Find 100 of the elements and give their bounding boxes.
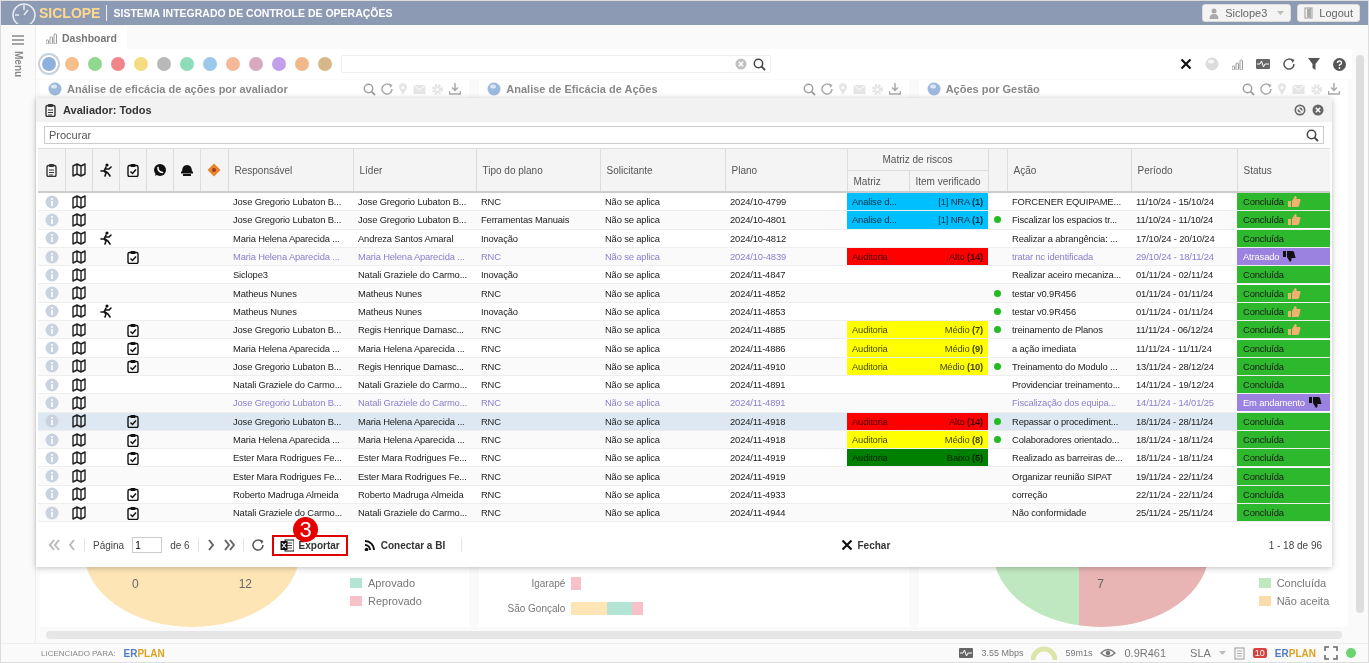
pin-icon[interactable] [837, 83, 848, 95]
info-icon[interactable] [44, 469, 59, 484]
search-icon[interactable] [1242, 82, 1255, 96]
filter-dot[interactable] [272, 57, 286, 71]
map-icon[interactable] [71, 395, 86, 410]
table-row[interactable]: Maria Helena Aparecida ... Andreza Santos Amaral Inovação Não se aplica 2024/10-4812 Realizar a abrangência: ... 17/10/24 - 20/10/24 Concluída [38, 229, 1330, 248]
table-row[interactable]: Jose Gregorio Lubaton B... Regis Henrique Damasc... RNC Não se aplica 2024/11-4885 Auditoria Médio (7) treinamento de Planos 11/11/24 - 06/12/24 Concluída [38, 320, 1330, 339]
bar-chart-icon[interactable] [1232, 58, 1243, 70]
info-icon[interactable] [44, 432, 59, 447]
chevron-right-icon[interactable] [206, 539, 215, 551]
map-icon[interactable] [71, 249, 86, 264]
filter-dot[interactable] [88, 57, 102, 71]
filter-dot[interactable] [65, 57, 79, 71]
block-icon[interactable] [1294, 104, 1306, 116]
sla-label[interactable]: SLA [1190, 647, 1211, 659]
map-icon[interactable] [71, 322, 86, 337]
table-row[interactable]: Ester Mara Rodrigues Fe... Ester Mara Rodrigues Fe... RNC Não se aplica 2024/11-4919 Auditoria Baixo (5) Realizado as barreiras de... 18/11/24 - 18/11/24 Concluída [38, 448, 1330, 467]
fullscreen-icon[interactable] [1324, 646, 1338, 660]
table-row[interactable]: Maria Helena Aparecida ... Maria Helena Aparecida ... RNC Não se aplica 2024/11-4886 Auditoria Médio (9) a ação imediata 11/11/24 - 11/11/24 Concluída [38, 338, 1330, 358]
table-row[interactable]: Roberto Madruga Almeida Roberto Madruga Almeida RNC Não se aplica 2024/11-4933 correção 22/11/24 - 22/11/24 Concluída [38, 485, 1330, 504]
column-header[interactable]: Solicitante [600, 149, 725, 192]
mail-icon[interactable] [413, 83, 427, 95]
refresh-icon[interactable] [251, 539, 264, 551]
map-icon[interactable] [71, 267, 86, 282]
dashboard-tab[interactable]: Dashboard [36, 27, 127, 49]
map-icon[interactable] [71, 231, 86, 246]
map-icon[interactable] [71, 359, 86, 374]
table-row[interactable]: Ester Mara Rodrigues Fe... Ester Mara Rodrigues Fe... RNC Não se aplica 2024/11-4919 Organizar reunião SIPAT 19/11/24 - 22/11/24 Concluída [38, 466, 1330, 486]
checklist-icon[interactable] [125, 450, 140, 465]
pin-icon[interactable] [398, 83, 409, 95]
filter-dot[interactable] [42, 57, 56, 71]
filter-icon[interactable] [1308, 58, 1320, 70]
filter-dot[interactable] [180, 57, 194, 71]
map-icon[interactable] [71, 377, 86, 392]
sphere-icon[interactable] [1205, 57, 1219, 71]
table-row[interactable]: Maria Helena Aparecida ... Maria Helena Aparecida ... RNC Não se aplica 2024/10-4839 Auditoria Alto (14) tratar nc identificada 29/10/24 - 18/11/24 Atrasado [38, 247, 1330, 266]
map-icon[interactable] [71, 414, 86, 429]
column-header[interactable]: Ação [1007, 149, 1131, 192]
column-header[interactable]: Matriz de riscos [847, 149, 988, 171]
checklist-icon[interactable] [125, 487, 140, 502]
table-row[interactable]: Jose Gregorio Lubaton B... Regis Henrique Damasc... RNC Não se aplica 2024/11-4910 Auditoria Médio (10) Treinamento do Modulo ... 13/11/24 - 28/12/24 Concluída [38, 357, 1330, 376]
filter-dot[interactable] [226, 57, 240, 71]
checklist-icon[interactable] [125, 341, 140, 355]
pin-icon[interactable] [1277, 83, 1287, 95]
table-row[interactable]: Jose Gregorio Lubaton B... Maria Helena Aparecida ... RNC Não se aplica 2024/11-4918 Auditoria Alto (14) Repassar o procediment... 18/11/24 - 28/11/24 Concluída [38, 412, 1330, 431]
mail-icon[interactable] [1292, 83, 1305, 95]
checklist-icon[interactable] [125, 359, 140, 374]
info-icon[interactable] [44, 395, 59, 410]
checklist-icon[interactable] [125, 414, 140, 429]
map-icon[interactable] [71, 450, 86, 465]
pulse-icon[interactable] [1256, 58, 1270, 70]
table-row[interactable]: Jose Gregorio Lubaton B... Jose Gregorio Lubaton B... Ferramentas Manuais Não se aplica 2024/10-4801 Analise d... [1] NRA (1) Fiscalizar los espacios tr... 11/10/24 - 11/10/24 Concluída [38, 210, 1330, 230]
double-chevron-right-icon[interactable] [222, 539, 235, 551]
gear-icon[interactable] [431, 82, 445, 96]
notification-badge[interactable]: 10 [1252, 648, 1267, 658]
table-row[interactable]: Jose Gregorio Lubaton B... Natali Graziele do Carmo... RNC Não se aplica 2024/11-4891 Fiscalização dos equipa... 14/11/24 - 14/01/25 Em andamento [38, 393, 1330, 413]
checklist-icon[interactable] [125, 249, 140, 264]
connect-bi-button[interactable]: Conectar a BI [355, 535, 454, 555]
filter-dot[interactable] [295, 57, 309, 71]
checklist-icon[interactable] [125, 322, 140, 337]
filter-dot[interactable] [318, 57, 332, 71]
search-field[interactable]: Procurar [44, 126, 1324, 144]
vertical-scrollbar[interactable] [1356, 55, 1364, 613]
table-row[interactable]: Maria Helena Aparecida ... Maria Helena Aparecida ... RNC Não se aplica 2024/11-4918 Auditoria Médio (8) Colaboradores orientado... 18/11/24 - 18/11/24 Concluída [38, 430, 1330, 449]
info-icon[interactable] [44, 322, 59, 337]
user-menu-button[interactable]: Siclope3 [1202, 4, 1292, 22]
map-icon[interactable] [71, 286, 86, 301]
search-icon[interactable] [363, 82, 377, 96]
table-row[interactable]: Matheus Nunes Matheus Nunes Inovação Não se aplica 2024/11-4853 testar v0.9R456 01/11/24 - 01/11/24 Concluída [38, 302, 1330, 321]
filter-dot[interactable] [203, 57, 217, 71]
info-icon[interactable] [44, 231, 59, 246]
info-icon[interactable] [44, 377, 59, 392]
download-icon[interactable] [449, 83, 462, 95]
info-icon[interactable] [44, 341, 59, 355]
map-icon[interactable] [71, 505, 86, 520]
column-header[interactable]: Status [1237, 149, 1330, 192]
filter-dot[interactable] [249, 57, 263, 71]
close-icon[interactable] [1180, 58, 1192, 70]
info-icon[interactable] [44, 212, 59, 227]
gear-icon[interactable] [1310, 82, 1323, 96]
info-icon[interactable] [44, 286, 59, 301]
filter-dot[interactable] [157, 57, 171, 71]
info-icon[interactable] [44, 249, 59, 264]
info-icon[interactable] [44, 304, 59, 319]
runner-icon[interactable] [98, 304, 113, 319]
filter-dot[interactable] [111, 57, 125, 71]
map-icon[interactable] [71, 469, 86, 484]
map-icon[interactable] [71, 341, 86, 355]
gear-icon[interactable] [870, 82, 884, 96]
logout-button[interactable]: Logout [1297, 4, 1360, 22]
page-input[interactable]: 1 [132, 537, 163, 553]
runner-icon[interactable] [98, 231, 113, 246]
map-icon[interactable] [71, 432, 86, 447]
help-icon[interactable] [1333, 57, 1346, 71]
map-icon[interactable] [71, 487, 86, 502]
double-chevron-left-icon[interactable] [48, 539, 60, 551]
info-icon[interactable] [44, 414, 59, 429]
column-header[interactable]: Tipo do plano [476, 149, 600, 192]
info-icon[interactable] [44, 359, 59, 374]
column-header[interactable]: Plano [725, 149, 847, 192]
